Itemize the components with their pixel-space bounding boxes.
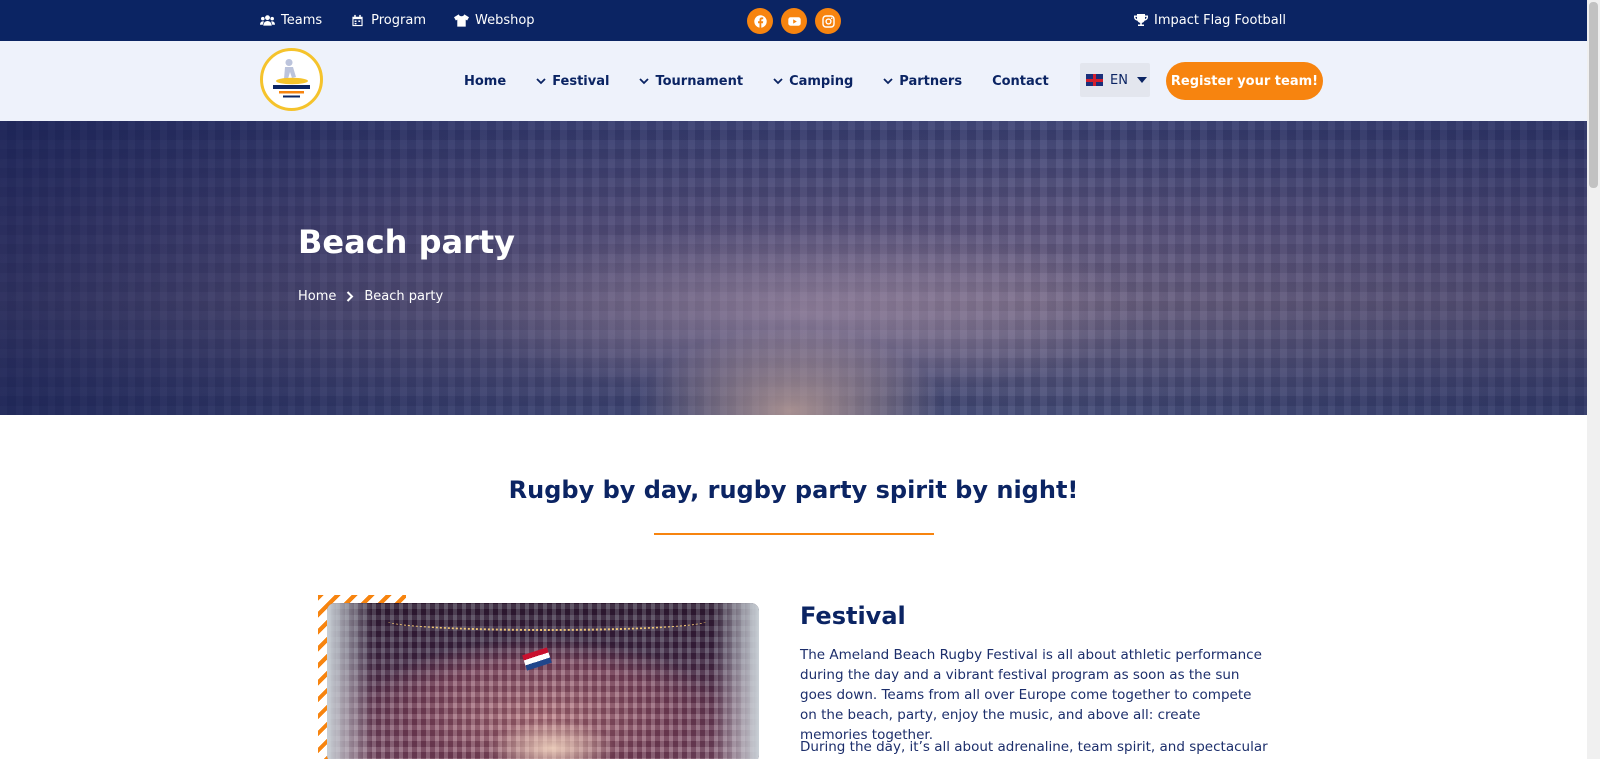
chevron-right-icon	[347, 291, 354, 302]
language-selector[interactable]: EN	[1080, 63, 1150, 97]
trophy-icon	[1134, 14, 1148, 26]
nav-item-partners-label: Partners	[899, 73, 963, 89]
top-utility-bar: Teams Program Webshop Impact Flag Footba…	[0, 0, 1587, 41]
facebook-button[interactable]	[747, 8, 773, 34]
string-lights	[387, 611, 707, 631]
primary-menu: Home Festival Tournament Camping Partner…	[464, 41, 1049, 121]
users-icon	[260, 15, 275, 26]
hero-overlay	[0, 121, 1587, 415]
uk-flag-icon	[1086, 74, 1103, 86]
chevron-down-icon	[773, 77, 783, 84]
teams-link-label: Teams	[281, 13, 323, 28]
section-headline: Rugby by day, rugby party spirit by nigh…	[508, 476, 1079, 504]
nav-item-camping-label: Camping	[789, 73, 854, 89]
nav-item-partners[interactable]: Partners	[883, 74, 962, 89]
language-code: EN	[1110, 72, 1128, 88]
beachrugby-logo-icon	[264, 52, 319, 107]
nav-item-camping[interactable]: Camping	[773, 74, 853, 89]
tshirt-icon	[454, 14, 469, 27]
page-title: Beach party	[298, 223, 516, 261]
speaker-left	[327, 603, 373, 759]
facebook-icon	[753, 14, 767, 28]
webshop-link-label: Webshop	[475, 13, 535, 28]
main-navigation: Home Festival Tournament Camping Partner…	[0, 41, 1587, 121]
festival-photo	[327, 603, 759, 759]
scrollbar-thumb[interactable]	[1589, 2, 1598, 188]
festival-paragraph-2: During the day, it’s all about adrenalin…	[800, 739, 1268, 755]
festival-heading: Festival	[800, 602, 906, 630]
chevron-down-icon	[883, 77, 893, 84]
program-link[interactable]: Program	[350, 13, 426, 28]
utility-links: Teams Program Webshop	[260, 0, 535, 41]
webshop-link[interactable]: Webshop	[454, 13, 535, 28]
breadcrumb-home-link[interactable]: Home	[298, 289, 336, 304]
headline-divider	[654, 533, 934, 535]
nav-item-festival[interactable]: Festival	[536, 74, 609, 89]
nav-item-home-label: Home	[464, 73, 507, 89]
teams-link[interactable]: Teams	[260, 13, 322, 28]
speaker-right	[713, 603, 759, 759]
chevron-down-icon	[536, 77, 546, 84]
social-links	[747, 8, 841, 34]
impact-flag-football-label: Impact Flag Football	[1154, 13, 1286, 28]
page-scrollbar[interactable]	[1587, 0, 1600, 759]
hero-banner: Beach party Home Beach party	[0, 121, 1587, 415]
nav-item-contact-label: Contact	[992, 73, 1049, 89]
instagram-icon	[821, 14, 835, 28]
breadcrumb-current: Beach party	[364, 289, 444, 304]
caret-down-icon	[1136, 77, 1147, 83]
impact-flag-football-link[interactable]: Impact Flag Football	[1134, 0, 1286, 41]
program-link-label: Program	[371, 13, 426, 28]
nav-item-tournament-label: Tournament	[655, 73, 744, 89]
nav-item-tournament[interactable]: Tournament	[639, 74, 743, 89]
dutch-flag	[522, 647, 552, 671]
youtube-button[interactable]	[781, 8, 807, 34]
festival-paragraph-1: The Ameland Beach Rugby Festival is all …	[800, 647, 1262, 743]
chevron-down-icon	[639, 77, 650, 84]
site-logo[interactable]	[260, 48, 323, 111]
instagram-button[interactable]	[815, 8, 841, 34]
nav-item-home[interactable]: Home	[464, 74, 506, 89]
nav-item-festival-label: Festival	[552, 73, 610, 89]
calendar-icon	[352, 14, 363, 27]
register-team-button[interactable]: Register your team!	[1166, 62, 1323, 100]
breadcrumb: Home Beach party	[298, 289, 443, 304]
nav-item-contact[interactable]: Contact	[992, 74, 1049, 89]
youtube-icon	[787, 16, 801, 26]
